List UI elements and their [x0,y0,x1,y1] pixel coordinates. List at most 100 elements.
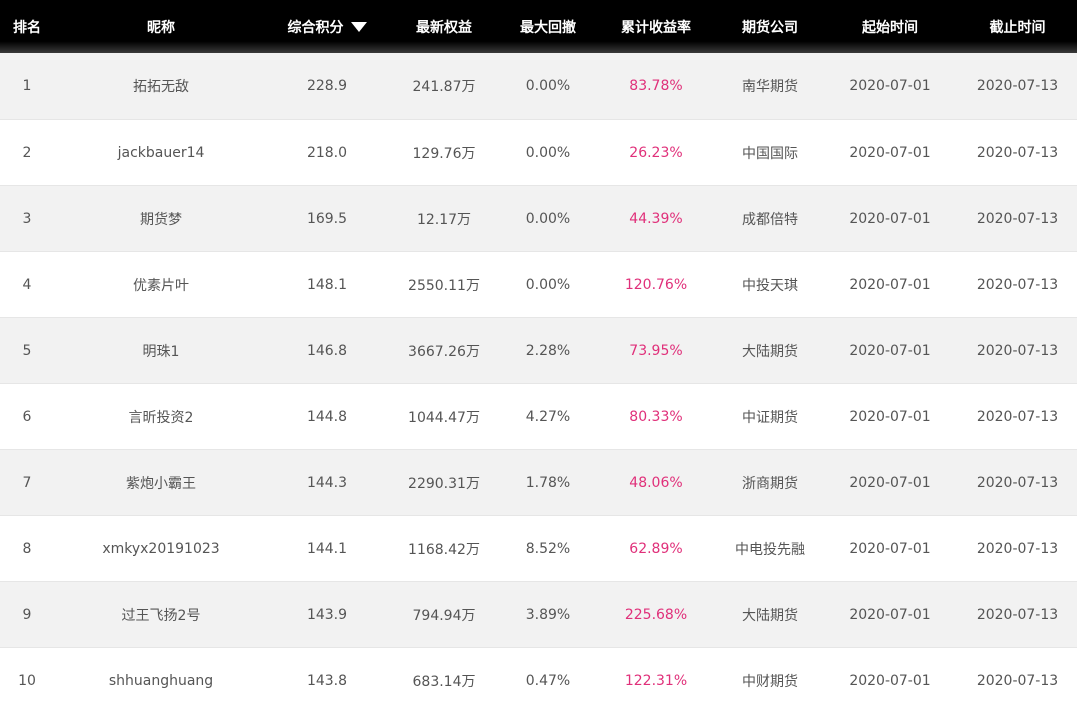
score-cell: 218.0 [306,144,348,161]
header-nickname[interactable]: 昵称 [54,0,268,53]
table-row: 2 jackbauer14 218.0 129.76万 0.00% 26.23%… [0,119,1077,185]
ranking-table: 排名 昵称 综合积分 最新权益 最大回撤 累计收益率 期货公司 起始时间 截止时… [0,0,1077,713]
max-drawdown-cell: 2.28% [525,342,571,359]
end-date-cell: 2020-07-13 [976,540,1059,557]
broker-cell: 中国国际 [742,145,798,162]
start-date-cell: 2020-07-01 [849,540,931,557]
cum-return-cell: 44.39% [629,210,683,227]
end-date-cell: 2020-07-13 [976,606,1059,623]
header-score[interactable]: 综合积分 [268,0,386,53]
table-header: 排名 昵称 综合积分 最新权益 最大回撤 累计收益率 期货公司 起始时间 截止时… [0,0,1077,53]
rank-cell: 8 [22,540,32,557]
start-date-cell: 2020-07-01 [849,408,931,425]
equity-cell: 2550.11万 [408,277,480,294]
table-row: 1 拓拓无敌 228.9 241.87万 0.00% 83.78% 南华期货 2… [0,53,1077,119]
score-cell: 143.8 [306,672,348,689]
table-row: 9 过王飞扬2号 143.9 794.94万 3.89% 225.68% 大陆期… [0,581,1077,647]
nickname-cell[interactable]: 明珠1 [54,318,268,383]
cum-return-cell: 26.23% [629,144,683,161]
equity-cell: 1044.47万 [408,409,480,426]
start-date-cell: 2020-07-01 [849,474,931,491]
rank-cell: 7 [22,474,32,491]
cum-return-cell: 48.06% [629,474,683,491]
end-date-cell: 2020-07-13 [976,210,1059,227]
end-date-cell: 2020-07-13 [976,78,1059,94]
equity-cell: 1168.42万 [408,541,480,558]
max-drawdown-cell: 0.47% [525,672,571,689]
nickname-cell[interactable]: xmkyx20191023 [54,516,268,581]
broker-cell: 成都倍特 [742,211,798,228]
cum-return-cell: 80.33% [629,408,683,425]
header-cum-return[interactable]: 累计收益率 [594,0,718,53]
score-cell: 143.9 [306,606,348,623]
table-body: 1 拓拓无敌 228.9 241.87万 0.00% 83.78% 南华期货 2… [0,53,1077,713]
score-cell: 144.8 [306,408,348,425]
nickname-cell[interactable]: 言昕投资2 [54,384,268,449]
score-cell: 146.8 [306,342,348,359]
start-date-cell: 2020-07-01 [849,78,931,94]
max-drawdown-cell: 0.00% [525,210,571,227]
header-broker[interactable]: 期货公司 [718,0,822,53]
cum-return-cell: 225.68% [624,606,688,623]
caret-down-icon[interactable] [350,21,367,32]
nickname-cell[interactable]: 拓拓无敌 [54,53,268,119]
max-drawdown-cell: 3.89% [525,606,571,623]
rank-cell: 4 [22,276,32,293]
max-drawdown-cell: 0.00% [525,276,571,293]
header-equity[interactable]: 最新权益 [386,0,502,53]
max-drawdown-cell: 8.52% [525,540,571,557]
table-row: 4 优素片叶 148.1 2550.11万 0.00% 120.76% 中投天琪… [0,251,1077,317]
header-max-drawdown[interactable]: 最大回撤 [502,0,594,53]
rank-cell: 5 [22,342,32,359]
max-drawdown-cell: 1.78% [525,474,571,491]
broker-cell: 浙商期货 [742,475,798,492]
equity-cell: 2290.31万 [408,475,480,492]
rank-cell: 10 [18,672,36,689]
nickname-cell[interactable]: 过王飞扬2号 [54,582,268,647]
cum-return-cell: 73.95% [629,342,683,359]
equity-cell: 794.94万 [412,607,476,624]
header-end-date[interactable]: 截止时间 [958,0,1077,53]
broker-cell: 南华期货 [742,79,798,95]
end-date-cell: 2020-07-13 [976,276,1059,293]
table-row: 5 明珠1 146.8 3667.26万 2.28% 73.95% 大陆期货 2… [0,317,1077,383]
broker-cell: 大陆期货 [742,607,798,624]
score-cell: 228.9 [306,78,348,94]
cum-return-cell: 120.76% [624,276,688,293]
rank-cell: 9 [22,606,32,623]
rank-cell: 3 [22,210,32,227]
table-row: 7 紫炮小霸王 144.3 2290.31万 1.78% 48.06% 浙商期货… [0,449,1077,515]
broker-cell: 中财期货 [742,673,798,690]
max-drawdown-cell: 0.00% [525,144,571,161]
nickname-cell[interactable]: 期货梦 [54,186,268,251]
nickname-cell[interactable]: 紫炮小霸王 [54,450,268,515]
end-date-cell: 2020-07-13 [976,408,1059,425]
header-rank[interactable]: 排名 [0,0,54,53]
equity-cell: 129.76万 [412,145,476,162]
header-score-label: 综合积分 [287,19,344,36]
table-row: 10 shhuanghuang 143.8 683.14万 0.47% 122.… [0,647,1077,713]
equity-cell: 241.87万 [412,79,476,95]
score-cell: 144.1 [306,540,348,557]
broker-cell: 大陆期货 [742,343,798,360]
equity-cell: 3667.26万 [408,343,480,360]
end-date-cell: 2020-07-13 [976,474,1059,491]
cum-return-cell: 122.31% [624,672,688,689]
nickname-cell[interactable]: jackbauer14 [54,120,268,185]
cum-return-cell: 83.78% [629,78,683,94]
start-date-cell: 2020-07-01 [849,342,931,359]
rank-cell: 1 [22,78,32,94]
nickname-cell[interactable]: shhuanghuang [54,648,268,713]
broker-cell: 中证期货 [742,409,798,426]
table-row: 8 xmkyx20191023 144.1 1168.42万 8.52% 62.… [0,515,1077,581]
end-date-cell: 2020-07-13 [976,672,1059,689]
score-cell: 148.1 [306,276,348,293]
broker-cell: 中电投先融 [735,541,805,558]
end-date-cell: 2020-07-13 [976,342,1059,359]
header-start-date[interactable]: 起始时间 [822,0,958,53]
end-date-cell: 2020-07-13 [976,144,1059,161]
equity-cell: 683.14万 [412,673,476,690]
nickname-cell[interactable]: 优素片叶 [54,252,268,317]
max-drawdown-cell: 4.27% [525,408,571,425]
score-cell: 169.5 [306,210,348,227]
